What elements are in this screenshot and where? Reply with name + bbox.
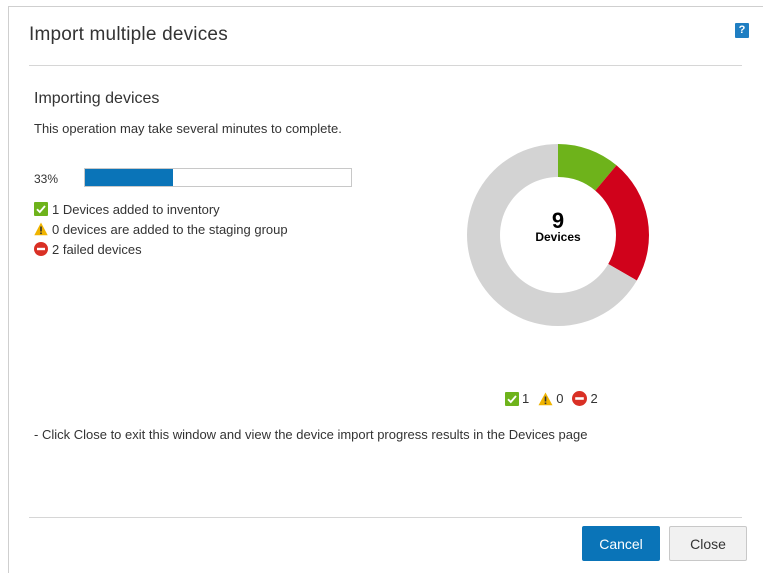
status-added: 1 Devices added to inventory [34,199,288,219]
status-failed: 2 failed devices [34,239,288,259]
status-staging: 0 devices are added to the staging group [34,219,288,239]
error-icon [572,391,588,406]
cancel-button[interactable]: Cancel [582,526,660,561]
status-added-label: 1 Devices added to inventory [52,201,220,217]
warning-icon [538,392,553,405]
donut-label: Devices [535,230,581,244]
warning-icon [34,222,48,236]
header-divider [29,65,742,66]
operation-description: This operation may take several minutes … [34,121,342,136]
chart-legend: 1 0 2 [505,391,607,406]
legend-failed-count: 2 [590,391,598,406]
import-devices-dialog: Import multiple devices ? Importing devi… [8,6,763,573]
progress-bar [84,168,352,187]
status-list: 1 Devices added to inventory 0 devices a… [34,199,288,259]
legend-warning: 0 [538,391,563,406]
footer-note: - Click Close to exit this window and vi… [34,427,588,442]
footer-divider [29,517,742,518]
donut-count: 9 [551,208,565,233]
status-failed-label: 2 failed devices [52,241,142,257]
check-icon [505,391,519,406]
dialog-title: Import multiple devices [29,24,228,45]
check-icon [34,202,48,216]
legend-warning-count: 0 [556,391,564,406]
progress-percent: 33% [34,172,59,186]
legend-success-count: 1 [522,391,530,406]
donut-center: 9 Devices [466,208,650,245]
close-button[interactable]: Close [669,526,747,561]
section-heading: Importing devices [34,90,160,107]
legend-failed: 2 [572,391,598,406]
status-staging-label: 0 devices are added to the staging group [52,221,288,237]
help-icon[interactable]: ? [735,23,749,38]
legend-success: 1 [505,391,529,406]
progress-bar-fill [85,169,173,186]
error-icon [34,242,48,256]
